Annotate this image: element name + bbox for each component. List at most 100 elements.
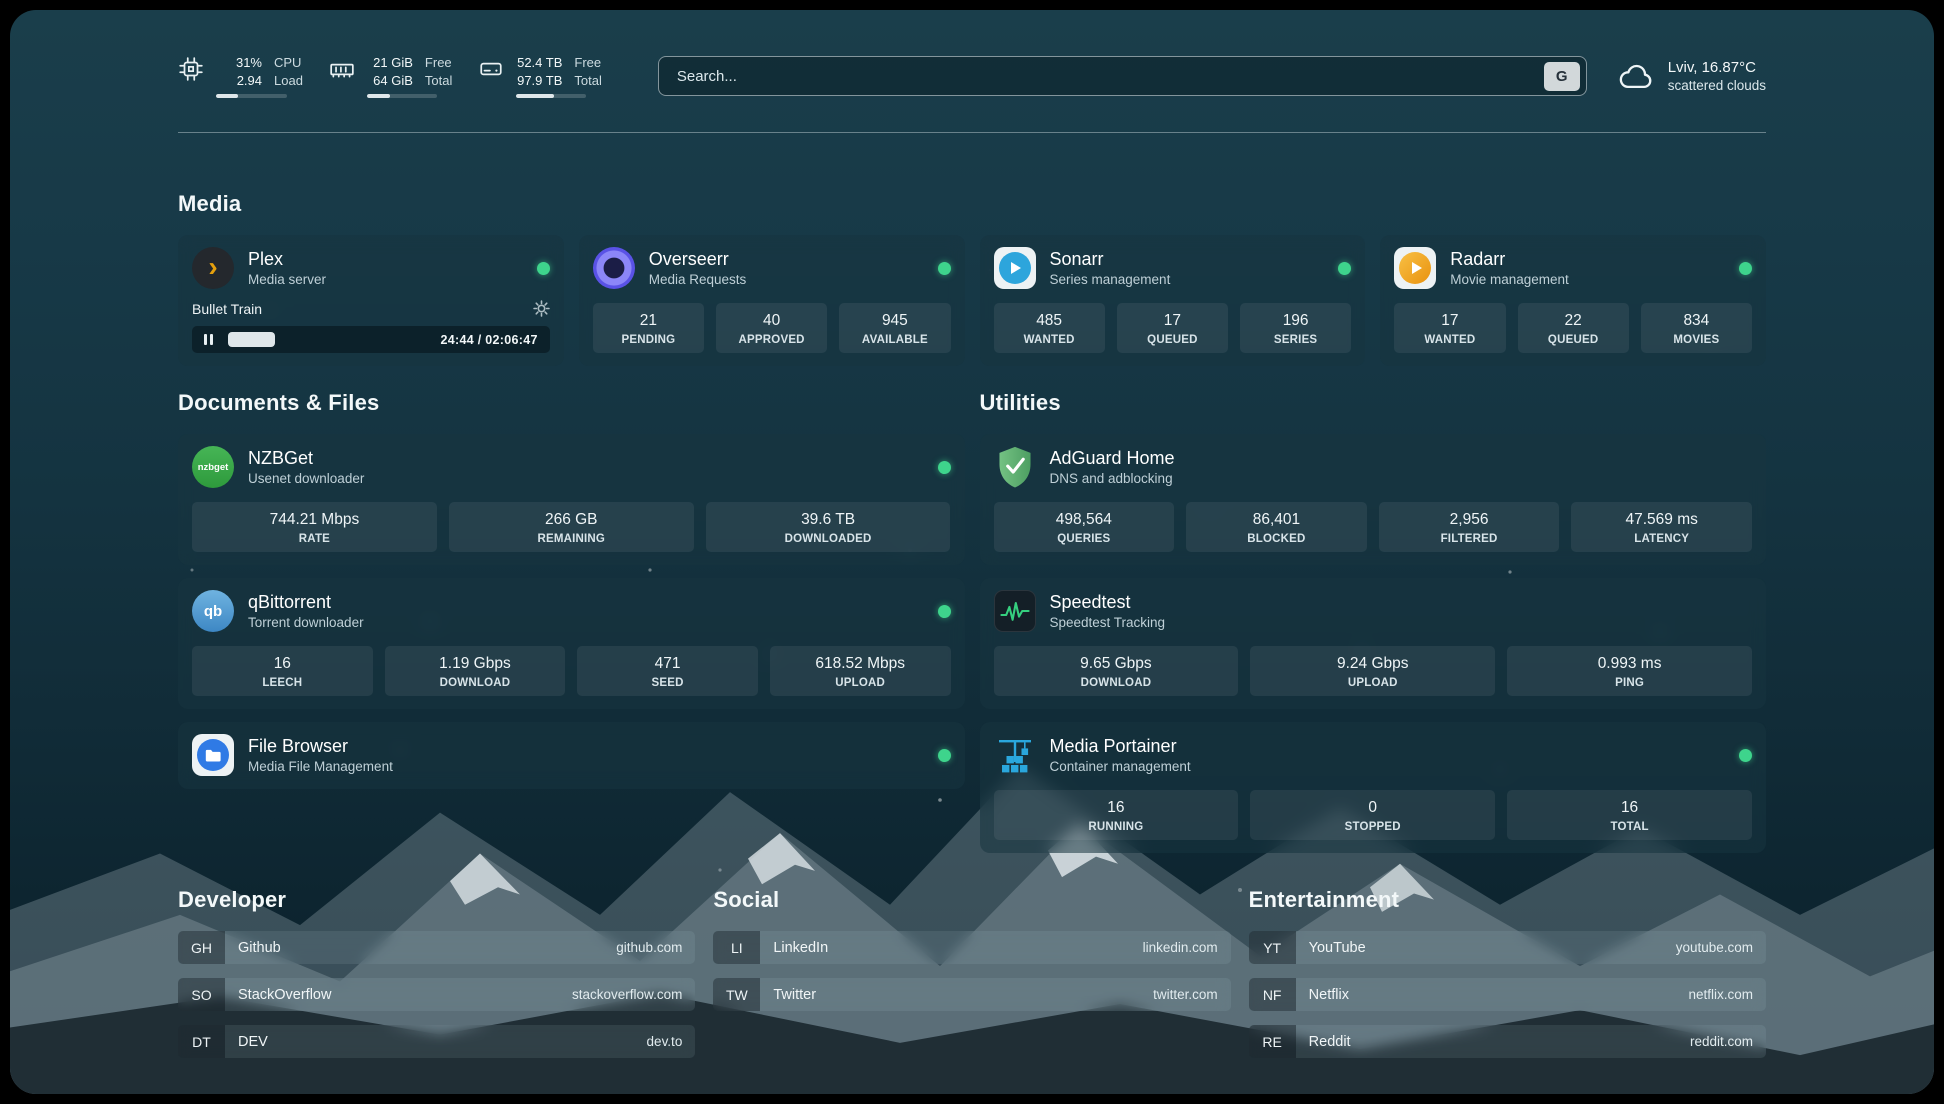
section-title-documents: Documents & Files <box>178 390 965 416</box>
bookmark-abbr: SO <box>178 978 225 1011</box>
service-card-file-browser[interactable]: File Browser Media File Management <box>178 722 965 789</box>
service-card-sonarr[interactable]: Sonarr Series management 485 WANTED 17 Q… <box>980 235 1366 366</box>
topbar-divider <box>178 132 1766 133</box>
bookmark-name: Github <box>225 931 616 964</box>
pause-icon[interactable] <box>204 326 213 353</box>
stat-upload: 618.52 Mbps UPLOAD <box>770 646 951 696</box>
service-card-qbittorrent[interactable]: qb qBittorrent Torrent downloader 16 LEE… <box>178 578 965 709</box>
service-name: qBittorrent <box>248 592 364 613</box>
bookmark-github[interactable]: GH Github github.com <box>178 931 695 964</box>
disk-usage-bar <box>516 94 586 98</box>
section-utilities: Utilities <box>980 390 1767 853</box>
bookmark-url: stackoverflow.com <box>572 978 695 1011</box>
qbittorrent-icon: qb <box>192 590 234 632</box>
topbar: 31% 2.94 CPU Load <box>178 54 1766 98</box>
radarr-icon <box>1394 247 1436 289</box>
bookmark-group-developer: Developer GH Github github.com SO StackO… <box>178 887 695 1058</box>
dashboard: 31% 2.94 CPU Load <box>10 10 1934 1094</box>
stat-total: 16 TOTAL <box>1507 790 1752 840</box>
bookmark-netflix[interactable]: NF Netflix netflix.com <box>1249 978 1766 1011</box>
search-box: G <box>658 56 1587 96</box>
cpu-widget: 31% 2.94 CPU Load <box>178 54 303 98</box>
section-title-social: Social <box>713 887 1230 913</box>
disk-free: 52.4 TB <box>516 54 562 72</box>
search-provider-button[interactable]: G <box>1544 62 1580 91</box>
bookmark-url: github.com <box>616 931 695 964</box>
stat-filtered: 2,956 FILTERED <box>1379 502 1560 552</box>
bookmark-group-entertainment: Entertainment YT YouTube youtube.com NF … <box>1249 887 1766 1058</box>
bookmark-stackoverflow[interactable]: SO StackOverflow stackoverflow.com <box>178 978 695 1011</box>
service-card-speedtest[interactable]: Speedtest Speedtest Tracking 9.65 Gbps D… <box>980 578 1767 709</box>
stat-wanted: 17 WANTED <box>1394 303 1505 353</box>
bookmark-url: dev.to <box>647 1025 696 1058</box>
service-subtitle: Usenet downloader <box>248 471 364 486</box>
service-name: NZBGet <box>248 448 364 469</box>
section-title-media: Media <box>178 191 1766 217</box>
memory-free: 21 GiB <box>367 54 413 72</box>
adguard-shield-icon <box>994 446 1036 488</box>
service-card-radarr[interactable]: Radarr Movie management 17 WANTED 22 QUE… <box>1380 235 1766 366</box>
stat-running: 16 RUNNING <box>994 790 1239 840</box>
service-subtitle: Speedtest Tracking <box>1050 615 1166 630</box>
service-name: Media Portainer <box>1050 736 1191 757</box>
status-dot <box>1739 262 1752 275</box>
disk-label-bottom: Total <box>574 72 601 90</box>
bookmark-url: reddit.com <box>1690 1025 1766 1058</box>
service-card-nzbget[interactable]: nzbget NZBGet Usenet downloader 744.21 M… <box>178 434 965 565</box>
memory-widget: 21 GiB 64 GiB Free Total <box>329 54 452 98</box>
ram-icon <box>329 56 355 82</box>
gear-icon[interactable] <box>533 300 550 317</box>
stat-blocked: 86,401 BLOCKED <box>1186 502 1367 552</box>
bookmark-twitter[interactable]: TW Twitter twitter.com <box>713 978 1230 1011</box>
service-subtitle: DNS and adblocking <box>1050 471 1175 486</box>
bookmark-name: LinkedIn <box>760 931 1142 964</box>
bookmark-name: Reddit <box>1296 1025 1690 1058</box>
section-documents: Documents & Files nzbget NZBGet Usenet d… <box>178 390 965 853</box>
bookmark-dev[interactable]: DT DEV dev.to <box>178 1025 695 1058</box>
stat-queries: 498,564 QUERIES <box>994 502 1175 552</box>
cpu-usage-fill <box>216 94 238 98</box>
stat-seed: 471 SEED <box>577 646 758 696</box>
stat-ping: 0.993 ms PING <box>1507 646 1752 696</box>
portainer-crane-icon <box>994 734 1036 776</box>
bookmark-abbr: DT <box>178 1025 225 1058</box>
bookmark-name: YouTube <box>1296 931 1676 964</box>
bookmark-abbr: LI <box>713 931 760 964</box>
hard-drive-icon <box>478 56 504 82</box>
stat-stopped: 0 STOPPED <box>1250 790 1495 840</box>
bookmark-abbr: NF <box>1249 978 1296 1011</box>
bookmark-name: DEV <box>225 1025 647 1058</box>
service-name: Sonarr <box>1050 249 1171 270</box>
service-name: Overseerr <box>649 249 747 270</box>
service-card-overseerr[interactable]: Overseerr Media Requests 21 PENDING 40 A… <box>579 235 965 366</box>
service-card-adguard-home[interactable]: AdGuard Home DNS and adblocking 498,564 … <box>980 434 1767 565</box>
service-name: Radarr <box>1450 249 1569 270</box>
cpu-load: 2.94 <box>216 72 262 90</box>
stat-latency: 47.569 ms LATENCY <box>1571 502 1752 552</box>
bookmark-youtube[interactable]: YT YouTube youtube.com <box>1249 931 1766 964</box>
service-subtitle: Media server <box>248 272 326 287</box>
stat-upload: 9.24 Gbps UPLOAD <box>1250 646 1495 696</box>
section-title-entertainment: Entertainment <box>1249 887 1766 913</box>
stat-download: 1.19 Gbps DOWNLOAD <box>385 646 566 696</box>
plex-icon: › <box>192 247 234 289</box>
memory-usage-fill <box>367 94 390 98</box>
memory-label-top: Free <box>425 54 452 72</box>
search-input[interactable] <box>675 67 1544 86</box>
page-content: 31% 2.94 CPU Load <box>10 10 1934 1094</box>
service-card-plex[interactable]: › Plex Media server Bullet Train <box>178 235 564 366</box>
service-subtitle: Movie management <box>1450 272 1569 287</box>
bookmark-reddit[interactable]: RE Reddit reddit.com <box>1249 1025 1766 1058</box>
section-media: Media › Plex Media server Bullet Train <box>178 191 1766 366</box>
bookmark-linkedin[interactable]: LI LinkedIn linkedin.com <box>713 931 1230 964</box>
stat-approved: 40 APPROVED <box>716 303 827 353</box>
stat-downloaded: 39.6 TB DOWNLOADED <box>706 502 951 552</box>
weather-location-temp: Lviv, 16.87°C <box>1668 58 1766 78</box>
stat-pending: 21 PENDING <box>593 303 704 353</box>
bookmark-name: Netflix <box>1296 978 1689 1011</box>
disk-usage-fill <box>516 94 554 98</box>
service-card-media-portainer[interactable]: Media Portainer Container management 16 … <box>980 722 1767 853</box>
service-name: File Browser <box>248 736 393 757</box>
bookmark-name: Twitter <box>760 978 1153 1011</box>
status-dot <box>1338 262 1351 275</box>
